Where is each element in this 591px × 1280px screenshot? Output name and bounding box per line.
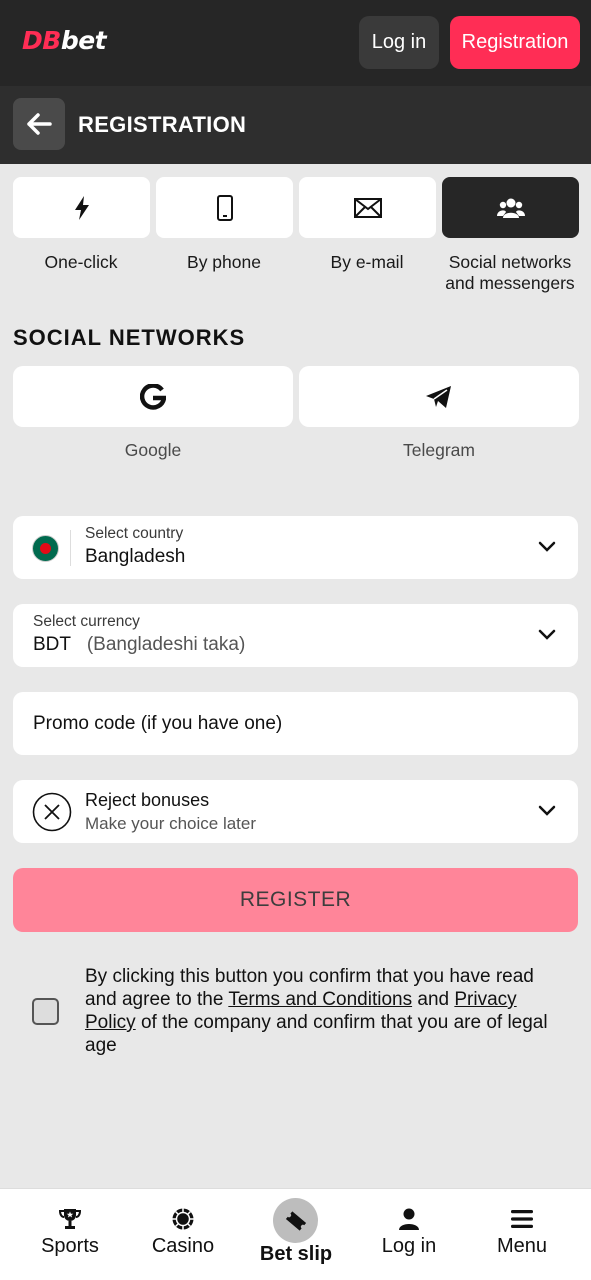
chevron-down-icon — [538, 805, 556, 816]
nav-menu-label: Menu — [496, 1235, 548, 1257]
google-label: Google — [124, 440, 182, 460]
nav-casino[interactable]: Casino — [124, 1189, 242, 1280]
nav-log-in[interactable]: Log in — [350, 1189, 468, 1280]
country-select[interactable]: Select country Bangladesh — [13, 516, 578, 579]
user-icon — [399, 1208, 419, 1230]
login-button[interactable]: Log in — [359, 16, 439, 69]
bet-slip-badge — [273, 1198, 318, 1243]
nav-casino-label: Casino — [151, 1235, 215, 1257]
dbbet-logo[interactable]: DBbet — [22, 26, 107, 55]
lightning-icon — [74, 195, 89, 220]
chevron-down-icon — [538, 541, 556, 552]
google-icon — [140, 383, 166, 410]
telegram-button[interactable] — [299, 366, 579, 427]
users-icon — [496, 198, 525, 218]
consent-text: By clicking this button you confirm that… — [85, 966, 548, 1056]
top-bar: DBbet Log in Registration — [0, 0, 591, 86]
promo-code-input[interactable]: Promo code (if you have one) — [13, 692, 578, 755]
nav-sports-label: Sports — [41, 1235, 99, 1257]
menu-icon — [511, 1210, 533, 1228]
tab-by-email-label: By e-mail — [330, 252, 404, 272]
divider — [70, 530, 71, 566]
nav-menu[interactable]: Menu — [463, 1189, 581, 1280]
trophy-icon — [58, 1209, 82, 1229]
bonus-subtitle: Make your choice later — [85, 814, 257, 833]
bottom-nav: Sports Casino Bet slip Log in Menu — [0, 1188, 591, 1280]
currency-label: Select currency — [33, 613, 140, 630]
phone-icon — [216, 194, 233, 221]
currency-select[interactable]: Select currency BDT (Bangladeshi taka) — [13, 604, 578, 667]
currency-value: BDT (Bangladeshi taka) — [33, 634, 245, 656]
currency-code: BDT — [33, 634, 71, 655]
tab-by-phone[interactable] — [156, 177, 293, 238]
tab-one-click-label: One-click — [44, 252, 118, 272]
ticket-icon — [285, 1210, 306, 1231]
nav-log-in-label: Log in — [381, 1235, 437, 1257]
bonus-select[interactable]: Reject bonuses Make your choice later — [13, 780, 578, 843]
nav-sports[interactable]: Sports — [11, 1189, 129, 1280]
country-label: Select country — [85, 525, 184, 542]
consent-checkbox[interactable] — [32, 998, 59, 1025]
tab-one-click[interactable] — [13, 177, 150, 238]
tab-by-email[interactable] — [299, 177, 436, 238]
mail-icon — [353, 197, 382, 218]
close-circle-icon — [32, 792, 72, 832]
chip-icon — [172, 1208, 194, 1230]
nav-bet-slip-label: Bet slip — [259, 1243, 333, 1265]
telegram-label: Telegram — [403, 440, 475, 460]
country-value: Bangladesh — [85, 546, 186, 567]
page-title: REGISTRATION — [78, 112, 247, 137]
currency-name: (Bangladeshi taka) — [86, 634, 246, 655]
bonus-title: Reject bonuses — [85, 790, 210, 810]
terms-link[interactable]: Terms and Conditions — [228, 989, 412, 1010]
section-title: SOCIAL NETWORKS — [13, 325, 246, 350]
promo-code-placeholder: Promo code (if you have one) — [33, 713, 283, 734]
back-button[interactable] — [13, 98, 65, 150]
nav-bet-slip[interactable]: Bet slip — [237, 1189, 355, 1280]
google-button[interactable] — [13, 366, 293, 427]
chevron-down-icon — [538, 629, 556, 640]
tab-social-networks-label: Social networks and messengers — [445, 252, 575, 293]
register-button[interactable]: REGISTER — [13, 868, 578, 932]
tab-by-phone-label: By phone — [187, 252, 261, 272]
telegram-icon — [426, 385, 451, 408]
registration-button[interactable]: Registration — [450, 16, 580, 69]
registration-header: REGISTRATION — [0, 86, 591, 164]
arrow-left-icon — [27, 113, 52, 135]
bangladesh-flag-icon — [32, 535, 59, 562]
tab-social-networks[interactable] — [442, 177, 579, 238]
